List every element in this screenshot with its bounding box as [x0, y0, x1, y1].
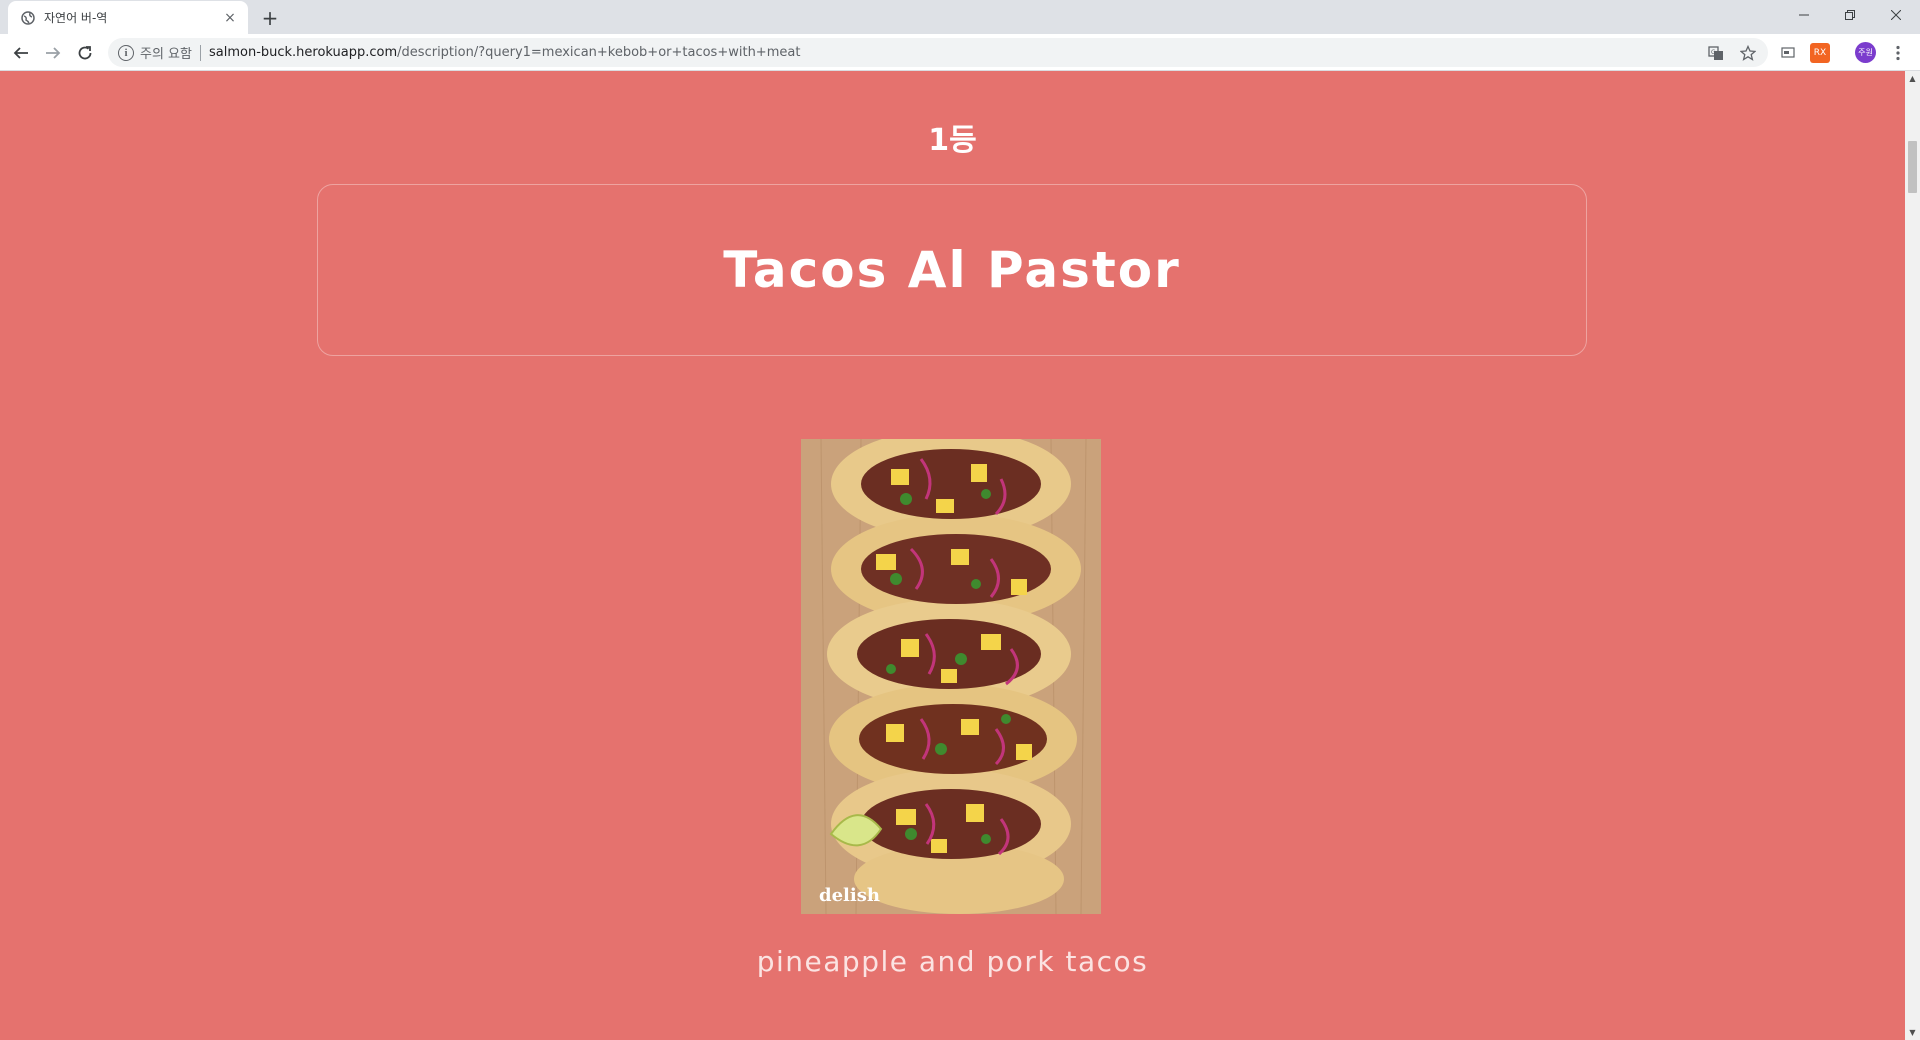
cast-icon[interactable]: [1778, 43, 1798, 63]
browser-tab[interactable]: 자연어 버-역 ×: [8, 1, 248, 34]
photo-watermark: delish: [819, 885, 880, 906]
scroll-down-arrow-icon[interactable]: ▼: [1905, 1025, 1920, 1040]
bookmark-star-icon[interactable]: [1734, 38, 1762, 67]
info-icon[interactable]: i: [118, 44, 134, 61]
dish-name: Tacos Al Pastor: [723, 241, 1181, 299]
scroll-thumb[interactable]: [1908, 141, 1917, 193]
dish-description: pineapple and pork tacos: [756, 945, 1149, 978]
url-text[interactable]: salmon-buck.herokuapp.com/description/?q…: [209, 45, 800, 60]
restore-icon[interactable]: [1827, 0, 1873, 30]
more-menu-icon[interactable]: [1886, 40, 1910, 66]
extension-rx-icon[interactable]: RX: [1810, 43, 1830, 63]
security-status[interactable]: 주의 요함: [140, 43, 192, 62]
page-scrollbar[interactable]: ▲ ▼: [1905, 71, 1920, 1040]
profile-avatar[interactable]: 주원: [1855, 42, 1876, 63]
rank-label: 1등: [928, 123, 977, 158]
globe-icon: [20, 10, 36, 26]
dish-photo: delish: [801, 439, 1101, 914]
omnibox-divider: [199, 44, 201, 61]
url-host: salmon-buck.herokuapp.com: [208, 45, 398, 60]
svg-text:G: G: [1711, 49, 1716, 56]
translate-icon[interactable]: G: [1702, 38, 1730, 67]
forward-arrow-icon[interactable]: [39, 39, 67, 67]
address-bar[interactable]: i 주의 요함 salmon-buck.herokuapp.com/descri…: [108, 38, 1768, 67]
close-window-icon[interactable]: [1873, 0, 1919, 30]
dish-title-card: Tacos Al Pastor: [317, 184, 1587, 356]
tab-title: 자연어 버-역: [44, 11, 108, 25]
tab-close-icon[interactable]: ×: [222, 10, 238, 26]
tab-strip: 자연어 버-역 × +: [0, 0, 1920, 34]
back-arrow-icon[interactable]: [7, 39, 35, 67]
scroll-up-arrow-icon[interactable]: ▲: [1905, 71, 1920, 86]
minimize-icon[interactable]: [1781, 0, 1827, 30]
reload-icon[interactable]: [71, 39, 99, 67]
page-content: 1등 Tacos Al Pastor delish pineapple and …: [0, 71, 1905, 1040]
new-tab-button[interactable]: +: [258, 6, 282, 30]
browser-toolbar: i 주의 요함 salmon-buck.herokuapp.com/descri…: [0, 34, 1920, 71]
url-path: /description/?query1=mexican+kebob+or+ta…: [397, 45, 801, 60]
